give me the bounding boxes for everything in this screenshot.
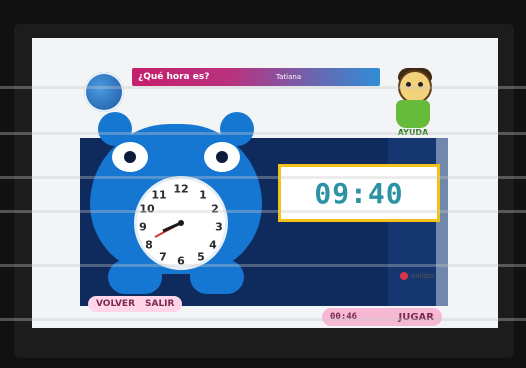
digital-time-display: 09:40 xyxy=(278,164,440,222)
digital-time: 09:40 xyxy=(314,176,404,210)
game-screen: ¿Qué hora es? Tatiana AYUDA 12 1 2 3 4 5… xyxy=(32,38,498,328)
clock-center xyxy=(178,220,184,226)
clock-hands xyxy=(154,220,184,238)
back-button[interactable]: VOLVER xyxy=(96,299,135,309)
analog-clock[interactable]: 12 1 2 3 4 5 6 7 8 9 10 11 xyxy=(134,176,228,270)
left-actions: VOLVER SALIR xyxy=(88,296,183,312)
scanline xyxy=(0,176,526,179)
scanline xyxy=(0,210,526,213)
bear-eye xyxy=(112,142,148,172)
bear-eye xyxy=(204,142,240,172)
scanline xyxy=(0,132,526,135)
validate-label: validar xyxy=(411,272,435,280)
scanline xyxy=(0,264,526,267)
photo-frame: ¿Qué hora es? Tatiana AYUDA 12 1 2 3 4 5… xyxy=(0,0,526,368)
validate-button[interactable]: validar xyxy=(400,272,435,280)
validate-icon xyxy=(400,272,408,280)
question-bar: ¿Qué hora es? Tatiana xyxy=(132,68,380,86)
help-character-body xyxy=(396,100,430,128)
exit-button[interactable]: SALIR xyxy=(145,299,174,309)
play-area: 00:46 JUGAR xyxy=(322,308,442,326)
scanline xyxy=(0,86,526,89)
scanline xyxy=(0,318,526,321)
question-text: ¿Qué hora es? xyxy=(138,72,210,82)
user-name: Tatiana xyxy=(276,73,302,81)
game-logo xyxy=(84,72,124,112)
